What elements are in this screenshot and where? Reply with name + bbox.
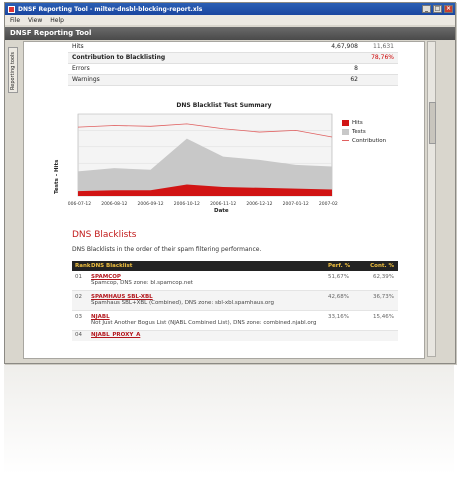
stats-label: Hits [72, 43, 84, 50]
row-rank: 01 [75, 274, 82, 280]
legend-item: Tests [342, 127, 386, 136]
section-title: DNS Blacklists [72, 230, 137, 240]
row-rank: 03 [75, 314, 82, 320]
blacklist-description: Spamhaus SBL+XBL (Combined), DNS zone: s… [91, 300, 274, 306]
maximize-button[interactable]: □ [433, 5, 442, 13]
vertical-scrollbar[interactable] [427, 41, 436, 357]
row-perf: 33,16% [328, 314, 349, 320]
table-row: 03 NJABL Not Just Another Bogus List (NJ… [72, 311, 398, 331]
row-perf [328, 332, 358, 338]
row-perf: 42,68% [328, 294, 349, 300]
chart-x-label: Date [214, 208, 229, 214]
stats-value: 62 [350, 76, 358, 83]
x-tick-label: 2006-12-12 [246, 201, 272, 207]
app-icon [8, 5, 15, 13]
x-tick-label: 2006-11-12 [210, 201, 236, 207]
stats-value: 8 [354, 65, 358, 72]
legend-label: Contribution [352, 137, 387, 144]
stats-row: Hits 4,67,908 11,631 [68, 42, 398, 53]
menu-file[interactable]: File [10, 17, 20, 24]
row-name-cell: NJABL_PROXY_A [91, 332, 328, 338]
side-tab-reporting[interactable]: Reporting tools [8, 47, 18, 93]
x-tick-label: 2006-09-12 [137, 201, 163, 207]
legend-swatch [342, 128, 349, 135]
row-cont: 15,46% [373, 314, 394, 320]
menu-bar: File View Help [5, 15, 455, 25]
blacklist-description: Not Just Another Bogus List (NJABL Combi… [91, 320, 317, 326]
stats-label: Errors [72, 65, 90, 72]
chart-title: DNS Blacklist Test Summary [176, 102, 272, 109]
stats-value-2 [358, 64, 398, 74]
blacklist-table: Rank DNS Blacklist Perf. % Cont. % 01 SP… [72, 261, 398, 341]
chart-legend: Hits Tests Contribution [342, 118, 386, 145]
chart-y-label: Tests - Hits [54, 159, 60, 194]
header-name: DNS Blacklist [91, 263, 133, 269]
window-reflection [4, 364, 454, 474]
row-name-cell: SPAMHAUS SBL-XBL Spamhaus SBL+XBL (Combi… [91, 294, 328, 307]
stats-value-2: 11,631 [373, 43, 394, 50]
window-title: DNSF Reporting Tool - milter-dnsbl-block… [18, 5, 203, 13]
blacklist-link[interactable]: NJABL_PROXY_A [91, 332, 328, 338]
row-rank: 02 [75, 294, 82, 300]
title-bar: DNSF Reporting Tool - milter-dnsbl-block… [5, 3, 455, 15]
scrollbar-thumb[interactable] [429, 102, 436, 144]
stats-value [318, 53, 358, 63]
side-tab-label: Reporting tools [10, 52, 16, 90]
legend-label: Tests [352, 128, 366, 135]
table-header: Rank DNS Blacklist Perf. % Cont. % [72, 261, 398, 271]
legend-swatch [342, 119, 349, 126]
x-tick-label: 2006-10-12 [174, 201, 200, 207]
row-perf: 51,67% [328, 274, 349, 280]
stats-value-2: 78,76% [371, 54, 394, 61]
row-cont: 36,73% [373, 294, 394, 300]
row-name-cell: SPAMCOP Spamcop, DNS zone: bl.spamcop.ne… [91, 274, 328, 287]
row-cont: 62,39% [373, 274, 394, 280]
x-tick-label: 2006-08-12 [101, 201, 127, 207]
minimize-button[interactable]: _ [422, 5, 431, 13]
blacklist-description: Spamcop, DNS zone: bl.spamcop.net [91, 280, 193, 286]
section-description: DNS Blacklists in the order of their spa… [72, 246, 262, 253]
blacklist-chart: 2006-07-12 2006-08-12 2006-09-12 2006-10-12… [68, 113, 338, 207]
legend-item: Contribution [342, 136, 386, 145]
row-rank: 04 [75, 332, 82, 338]
menu-help[interactable]: Help [50, 17, 64, 24]
stats-row: Contribution to Blacklisting 78,76% [68, 53, 398, 64]
x-tick-label: 2006-07-12 [68, 201, 91, 207]
x-tick-label: 2007-02-12 [319, 201, 338, 207]
legend-label: Hits [352, 119, 363, 126]
table-row: 01 SPAMCOP Spamcop, DNS zone: bl.spamcop… [72, 271, 398, 291]
stats-table: Hits 4,67,908 11,631 Contribution to Bla… [68, 42, 398, 86]
screenshot-stage: DNSF Reporting Tool - milter-dnsbl-block… [0, 0, 459, 480]
legend-item: Hits [342, 118, 386, 127]
menu-view[interactable]: View [28, 17, 42, 24]
table-row: 02 SPAMHAUS SBL-XBL Spamhaus SBL+XBL (Co… [72, 291, 398, 311]
table-row: 04 NJABL_PROXY_A [72, 331, 398, 341]
stats-row: Errors 8 [68, 64, 398, 75]
header-rank: Rank [75, 263, 91, 269]
report-document[interactable]: Hits 4,67,908 11,631 Contribution to Bla… [23, 41, 425, 359]
row-cont [358, 332, 398, 338]
close-button[interactable]: × [444, 5, 453, 13]
legend-swatch [342, 140, 349, 141]
stats-value: 4,67,908 [331, 43, 358, 50]
header-cont: Cont. % [370, 263, 394, 269]
stats-label: Contribution to Blacklisting [72, 54, 166, 61]
stats-label: Warnings [72, 76, 100, 83]
x-tick-label: 2007-01-12 [283, 201, 309, 207]
header-perf: Perf. % [328, 263, 351, 269]
row-name-cell: NJABL Not Just Another Bogus List (NJABL… [91, 314, 328, 327]
stats-row: Warnings 62 [68, 75, 398, 86]
app-header: DNSF Reporting Tool [5, 27, 455, 40]
app-window: DNSF Reporting Tool - milter-dnsbl-block… [4, 2, 456, 364]
stats-value-2 [358, 75, 398, 85]
